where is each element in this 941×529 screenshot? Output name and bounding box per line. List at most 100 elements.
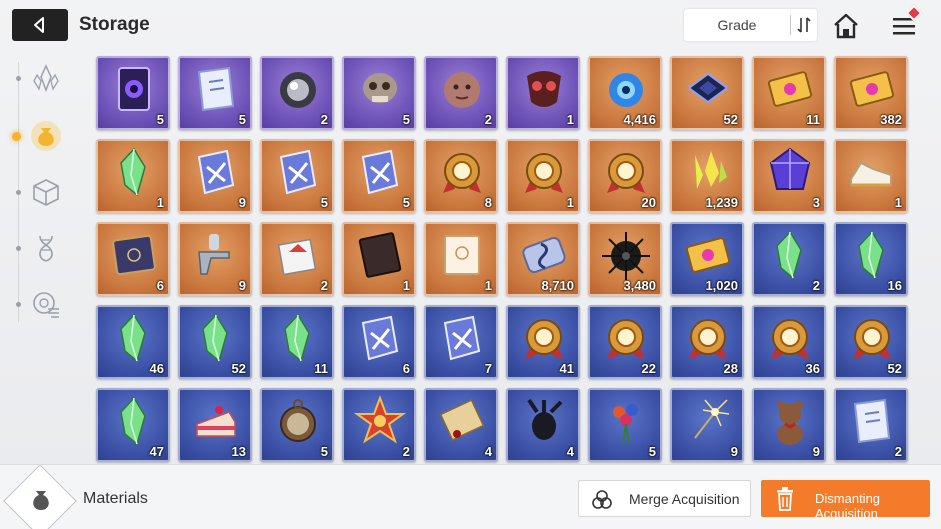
item-slot[interactable]: 1 xyxy=(506,139,580,213)
item-quantity: 8 xyxy=(484,195,492,210)
back-arrow-icon xyxy=(34,17,44,33)
item-quantity: 16 xyxy=(887,278,902,293)
item-slot[interactable]: 16 xyxy=(834,222,908,296)
back-button[interactable] xyxy=(12,9,68,41)
sidebar-dot xyxy=(16,246,21,251)
cube-icon xyxy=(33,179,59,206)
item-quantity: 11 xyxy=(806,112,820,127)
item-slot[interactable]: 4 xyxy=(424,388,498,462)
dismantle-acquisition-button[interactable]: Dismanting Acquisition xyxy=(761,480,930,521)
item-slot[interactable]: 41 xyxy=(506,305,580,379)
sidebar-item-genes[interactable] xyxy=(28,230,64,266)
item-slot[interactable]: 9 xyxy=(178,222,252,296)
item-slot[interactable]: 5 xyxy=(588,388,662,462)
item-slot[interactable]: 11 xyxy=(260,305,334,379)
item-slot[interactable]: 2 xyxy=(260,222,334,296)
item-slot[interactable]: 1 xyxy=(342,222,416,296)
item-slot[interactable]: 6 xyxy=(342,305,416,379)
item-slot[interactable]: 1 xyxy=(506,56,580,130)
item-slot[interactable]: 52 xyxy=(178,305,252,379)
item-quantity: 41 xyxy=(559,361,574,376)
item-slot[interactable]: 5 xyxy=(342,56,416,130)
sort-dropdown[interactable]: Grade xyxy=(684,9,817,41)
skull-icon xyxy=(363,73,397,103)
item-quantity: 20 xyxy=(641,195,656,210)
item-slot[interactable]: 52 xyxy=(670,56,744,130)
sort-order-icon[interactable] xyxy=(794,14,814,36)
item-slot[interactable]: 5 xyxy=(178,56,252,130)
medal-icon xyxy=(443,153,481,193)
item-quantity: 4 xyxy=(566,444,574,459)
item-quantity: 9 xyxy=(730,444,738,459)
item-slot[interactable]: 20 xyxy=(588,139,662,213)
menu-button[interactable] xyxy=(891,4,923,40)
item-slot[interactable]: 1,239 xyxy=(670,139,744,213)
pouch-icon xyxy=(33,491,49,510)
item-slot[interactable]: 22 xyxy=(588,305,662,379)
item-quantity: 8,710 xyxy=(541,278,574,293)
item-slot[interactable]: 5 xyxy=(96,56,170,130)
item-quantity: 2 xyxy=(894,444,902,459)
item-quantity: 1 xyxy=(484,278,492,293)
item-quantity: 2 xyxy=(402,444,410,459)
item-quantity: 13 xyxy=(231,444,246,459)
item-slot[interactable]: 28 xyxy=(670,305,744,379)
item-slot[interactable]: 13 xyxy=(178,388,252,462)
item-slot[interactable]: 9 xyxy=(752,388,826,462)
mask-icon xyxy=(527,71,561,107)
shard-icon xyxy=(695,151,727,189)
item-slot[interactable]: 2 xyxy=(834,388,908,462)
item-slot[interactable]: 52 xyxy=(834,305,908,379)
item-slot[interactable]: 1 xyxy=(96,139,170,213)
cake-icon xyxy=(196,406,236,437)
item-slot[interactable]: 4,416 xyxy=(588,56,662,130)
item-slot[interactable]: 1,020 xyxy=(670,222,744,296)
item-slot[interactable]: 36 xyxy=(752,305,826,379)
item-slot[interactable]: 5 xyxy=(342,139,416,213)
item-slot[interactable]: 5 xyxy=(260,139,334,213)
medal-icon xyxy=(771,319,809,359)
item-slot[interactable]: 1 xyxy=(424,222,498,296)
sidebar-dot-active xyxy=(12,132,21,141)
sidebar-item-discs[interactable] xyxy=(28,286,64,322)
item-slot[interactable]: 2 xyxy=(424,56,498,130)
item-quantity: 1 xyxy=(402,278,410,293)
item-quantity: 9 xyxy=(238,195,246,210)
sidebar-item-materials[interactable] xyxy=(28,118,64,154)
item-slot[interactable]: 47 xyxy=(96,388,170,462)
item-slot[interactable]: 2 xyxy=(752,222,826,296)
item-slot[interactable]: 2 xyxy=(342,388,416,462)
sort-divider xyxy=(790,15,791,35)
disc-icon xyxy=(33,292,59,318)
item-slot[interactable]: 11 xyxy=(752,56,826,130)
item-slot[interactable]: 8,710 xyxy=(506,222,580,296)
item-slot[interactable]: 9 xyxy=(670,388,744,462)
item-quantity: 5 xyxy=(156,112,164,127)
item-slot[interactable]: 3 xyxy=(752,139,826,213)
manual-icon xyxy=(197,149,235,195)
item-quantity: 2 xyxy=(812,278,820,293)
item-slot[interactable]: 4 xyxy=(506,388,580,462)
item-quantity: 2 xyxy=(320,112,328,127)
item-slot[interactable]: 3,480 xyxy=(588,222,662,296)
item-slot[interactable]: 46 xyxy=(96,305,170,379)
medal-icon xyxy=(689,319,727,359)
item-slot[interactable]: 5 xyxy=(260,388,334,462)
item-slot[interactable]: 7 xyxy=(424,305,498,379)
item-slot[interactable]: 382 xyxy=(834,56,908,130)
home-icon[interactable] xyxy=(832,12,860,40)
item-slot[interactable]: 9 xyxy=(178,139,252,213)
manual-icon xyxy=(279,149,317,195)
medal-icon xyxy=(607,319,645,359)
merge-acquisition-button[interactable]: Merge Acquisition xyxy=(578,480,751,517)
sidebar-item-boxes[interactable] xyxy=(28,174,64,210)
tome-icon xyxy=(112,234,156,276)
item-slot[interactable]: 8 xyxy=(424,139,498,213)
manual-icon xyxy=(361,315,399,361)
sneaker-icon xyxy=(850,161,892,187)
page-title: Storage xyxy=(79,14,150,35)
item-slot[interactable]: 2 xyxy=(260,56,334,130)
item-slot[interactable]: 1 xyxy=(834,139,908,213)
sidebar-item-crystals[interactable] xyxy=(28,60,64,96)
item-slot[interactable]: 6 xyxy=(96,222,170,296)
